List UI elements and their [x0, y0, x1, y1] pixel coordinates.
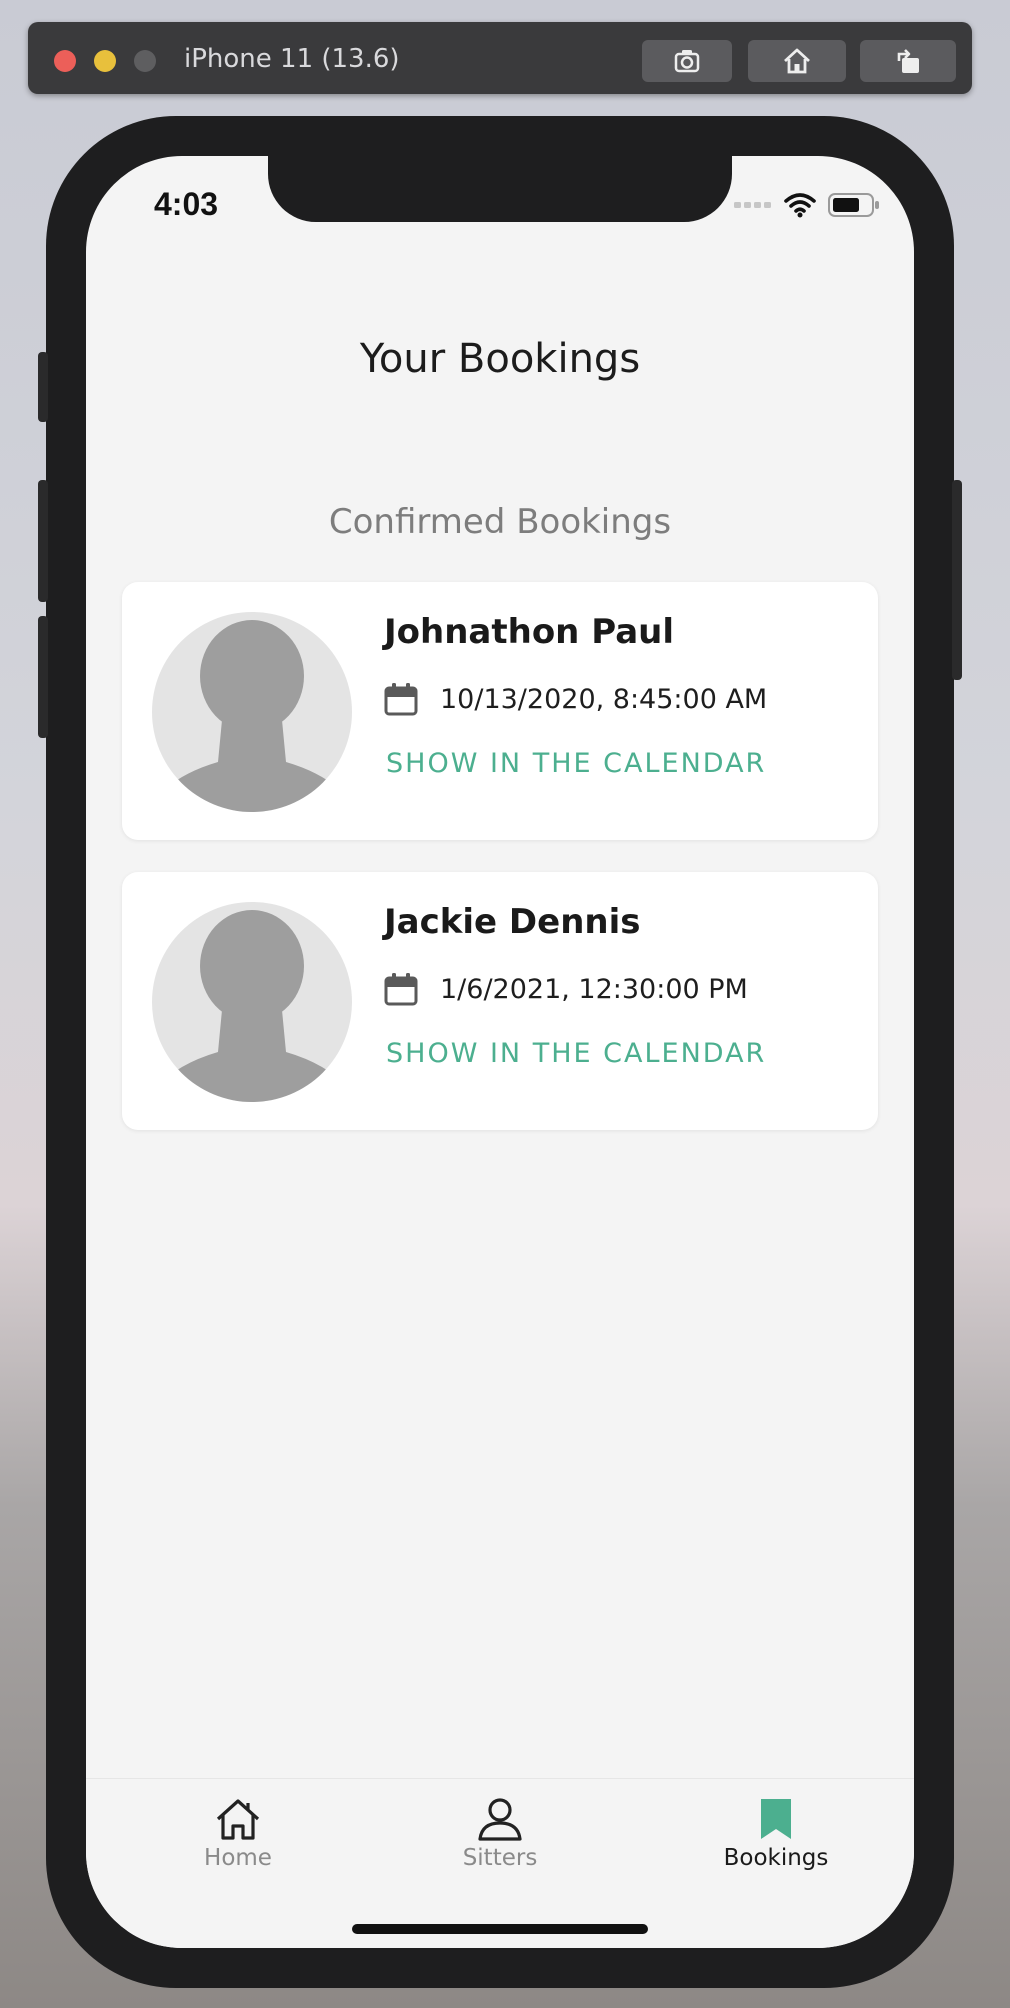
screenshot-icon: [674, 50, 700, 73]
signal-icon: [734, 202, 771, 208]
mute-switch: [38, 352, 48, 422]
volume-up-button: [38, 480, 48, 602]
tab-bar: Home Sitters Bookings: [86, 1778, 914, 1948]
avatar-placeholder-icon: [156, 620, 348, 812]
section-title: Confirmed Bookings: [328, 502, 672, 542]
show-in-calendar-button[interactable]: SHOW IN THE CALENDAR: [386, 748, 766, 779]
status-time: 4:03: [154, 186, 219, 222]
bookmark-icon: [761, 1799, 791, 1839]
booking-datetime: 10/13/2020, 8:45:00 AM: [440, 683, 768, 715]
tab-sitters[interactable]: Sitters: [400, 1797, 600, 1871]
tab-sitters-label: Sitters: [462, 1845, 538, 1871]
app-screen: 4:03 Your Bookings Confirmed Bookings Jo…: [86, 156, 914, 1948]
screenshot-button[interactable]: [642, 40, 732, 82]
home-icon: [216, 1799, 260, 1840]
avatar: [152, 612, 352, 812]
minimize-window-button[interactable]: [94, 50, 116, 72]
show-in-calendar-button[interactable]: SHOW IN THE CALENDAR: [386, 1038, 766, 1069]
simulator-title-bar: iPhone 11 (13.6): [28, 22, 972, 94]
rotate-icon: [897, 49, 919, 73]
status-icons: [734, 192, 880, 218]
notch: [268, 156, 732, 222]
booking-date-row: 1/6/2021, 12:30:00 PM: [384, 972, 748, 1006]
tab-home[interactable]: Home: [138, 1797, 338, 1871]
tab-home-label: Home: [204, 1845, 272, 1871]
battery-icon: [828, 193, 879, 217]
rotate-button[interactable]: [860, 40, 956, 82]
booking-datetime: 1/6/2021, 12:30:00 PM: [440, 973, 748, 1005]
home-sim-button[interactable]: [748, 40, 846, 82]
power-button: [952, 480, 962, 680]
person-icon: [478, 1798, 522, 1841]
volume-down-button: [38, 616, 48, 738]
booking-card[interactable]: Johnathon Paul 10/13/2020, 8:45:00 AM SH…: [122, 582, 878, 840]
avatar-placeholder-icon: [156, 910, 348, 1102]
home-icon: [784, 48, 810, 74]
booking-name: Johnathon Paul: [384, 612, 675, 652]
calendar-icon: [384, 683, 418, 716]
avatar: [152, 902, 352, 1102]
booking-date-row: 10/13/2020, 8:45:00 AM: [384, 682, 767, 716]
home-indicator: [352, 1924, 648, 1934]
tab-bookings-label: Bookings: [723, 1845, 829, 1871]
simulator-title: iPhone 11 (13.6): [184, 44, 400, 74]
page-title: Your Bookings: [359, 336, 641, 382]
close-window-button[interactable]: [54, 50, 76, 72]
tab-bookings[interactable]: Bookings: [676, 1797, 876, 1871]
booking-name: Jackie Dennis: [384, 902, 641, 942]
calendar-icon: [384, 973, 418, 1006]
zoom-window-button[interactable]: [134, 50, 156, 72]
booking-card[interactable]: Jackie Dennis 1/6/2021, 12:30:00 PM SHOW…: [122, 872, 878, 1130]
wifi-icon: [784, 193, 816, 218]
